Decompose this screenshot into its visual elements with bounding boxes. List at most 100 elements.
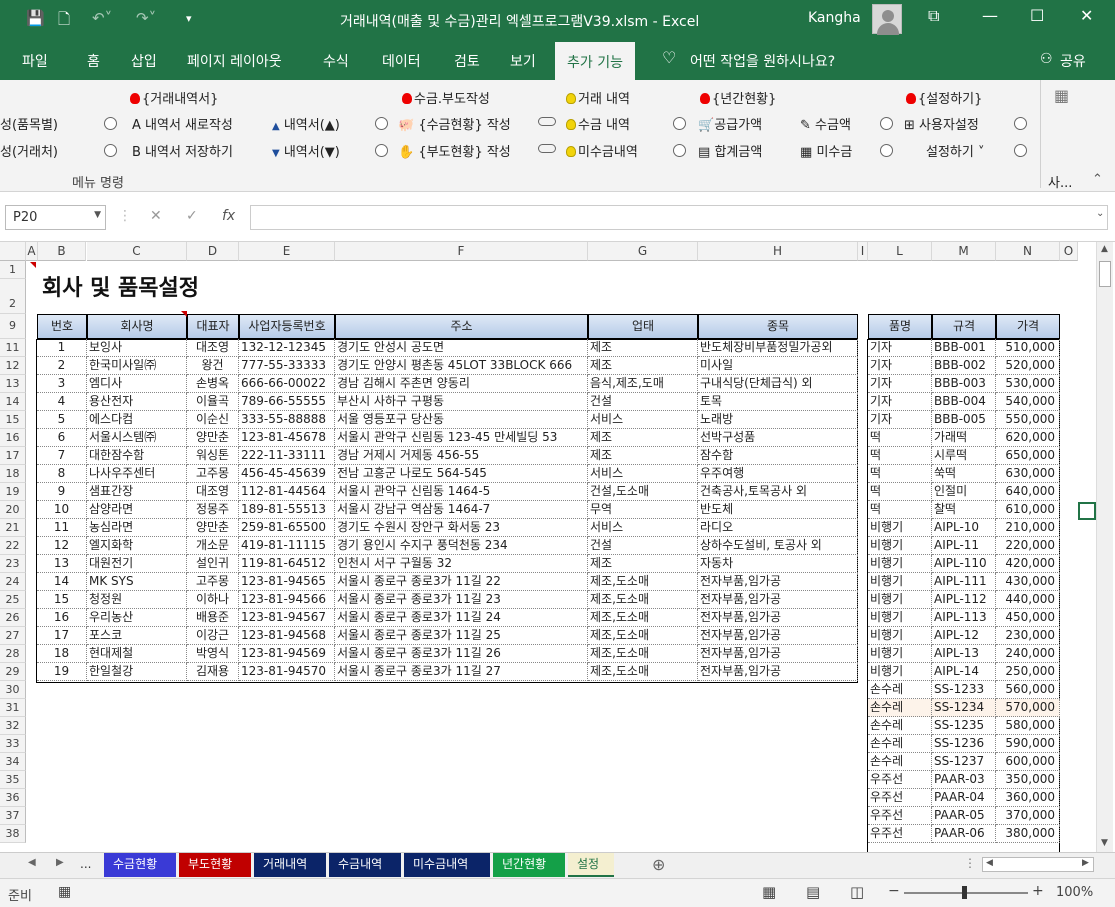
company-cell[interactable]: 11 [37,519,87,537]
row-header[interactable]: 15 [0,411,26,429]
product-cell[interactable]: 640,000 [996,483,1060,501]
product-cell[interactable]: 360,000 [996,789,1060,807]
product-cell[interactable]: 손수레 [868,699,932,717]
product-cell[interactable]: 590,000 [996,735,1060,753]
product-cell[interactable]: SS-1237 [932,753,996,771]
company-cell[interactable]: 16 [37,609,87,627]
company-cell[interactable]: 서울시 종로구 종로3가 11길 25 [335,627,588,645]
collect-history-button[interactable]: 수금 내역 [578,118,630,133]
vertical-scrollbar[interactable]: ▲ ▼ [1096,242,1113,852]
ribbon-display-icon[interactable]: ⧉ [928,6,939,26]
company-cell[interactable]: 17 [37,627,87,645]
company-cell[interactable]: 자동차 [698,555,858,573]
company-cell[interactable]: 서비스 [588,465,698,483]
sheet-tab[interactable]: 년간현황 [493,853,565,877]
company-cell[interactable]: 제조,도소매 [588,645,698,663]
company-cell[interactable]: 인천시 서구 구월동 32 [335,555,588,573]
company-cell[interactable]: 서울시 종로구 종로3가 11길 22 [335,573,588,591]
company-cell[interactable]: 제조,도소매 [588,573,698,591]
company-cell[interactable]: 개소문 [187,537,239,555]
radio-invoice-up[interactable] [375,117,388,130]
table-icon[interactable]: ▦ [1054,86,1069,105]
avatar[interactable] [872,4,902,35]
product-cell[interactable]: PAAR-04 [932,789,996,807]
supply-amount-button[interactable]: 공급가액 [714,118,762,133]
company-cell[interactable]: 샘표간장 [87,483,187,501]
product-cell[interactable]: 570,000 [996,699,1060,717]
company-cell[interactable]: 132-12-12345 [239,339,335,357]
row-header[interactable]: 35 [0,771,26,789]
company-cell[interactable]: 2 [37,357,87,375]
company-cell[interactable]: 토목 [698,393,858,411]
company-cell[interactable]: 112-81-44564 [239,483,335,501]
product-cell[interactable]: 530,000 [996,375,1060,393]
add-sheet-icon[interactable]: ⊕ [652,855,665,874]
company-cell[interactable]: 9 [37,483,87,501]
company-cell[interactable]: 제조 [588,447,698,465]
company-cell[interactable]: 제조,도소매 [588,609,698,627]
company-cell[interactable]: 대조영 [187,483,239,501]
total-amount-button[interactable]: 합계금액 [714,145,762,160]
product-cell[interactable]: PAAR-06 [932,825,996,843]
product-cell[interactable]: 510,000 [996,339,1060,357]
customize-qat-icon[interactable]: ▾ [186,12,192,25]
company-cell[interactable]: 14 [37,573,87,591]
company-cell[interactable]: 부산시 사하구 구평동 [335,393,588,411]
product-cell[interactable]: AIPL-14 [932,663,996,681]
zoom-in-icon[interactable]: + [1032,883,1044,899]
column-header[interactable]: L [868,242,932,261]
radio-collect-history[interactable] [673,117,686,130]
company-cell[interactable]: 1 [37,339,87,357]
company-cell[interactable]: 419-81-11115 [239,537,335,555]
company-cell[interactable]: 10 [37,501,87,519]
bounce-status-button[interactable]: {부도현황} 작성 [418,145,510,160]
radio-collect-amount[interactable] [880,117,893,130]
overflow-group[interactable]: 사... [1048,172,1072,191]
company-cell[interactable]: 서울시 강남구 역삼동 1464-7 [335,501,588,519]
row-header[interactable]: 30 [0,681,26,699]
radio-user-settings[interactable] [1014,117,1027,130]
company-cell[interactable]: 19 [37,663,87,681]
sheet-tab[interactable]: 부도현황 [179,853,251,877]
company-cell[interactable]: 설인귀 [187,555,239,573]
tab-page-layout[interactable]: 페이지 레이아웃 [187,51,282,71]
product-cell[interactable]: AIPL-111 [932,573,996,591]
row-header[interactable]: 19 [0,483,26,501]
more-sheets[interactable]: ... [80,857,91,871]
company-cell[interactable]: 왕건 [187,357,239,375]
product-cell[interactable]: 우주선 [868,807,932,825]
tab-file[interactable]: 파일 [22,51,48,71]
company-cell[interactable]: 우리농산 [87,609,187,627]
company-cell[interactable]: 123-81-94568 [239,627,335,645]
company-cell[interactable]: 워싱톤 [187,447,239,465]
product-cell[interactable]: 떡 [868,501,932,519]
tab-home[interactable]: 홈 [87,51,100,71]
row-header[interactable]: 37 [0,807,26,825]
comment-marker[interactable] [181,311,187,317]
company-cell[interactable]: 엘지화학 [87,537,187,555]
row-header[interactable]: 25 [0,591,26,609]
product-cell[interactable]: 580,000 [996,717,1060,735]
column-header[interactable]: B [38,242,86,261]
row-header[interactable]: 22 [0,537,26,555]
product-cell[interactable]: BBB-005 [932,411,996,429]
company-cell[interactable]: 123-81-94565 [239,573,335,591]
product-cell[interactable]: SS-1236 [932,735,996,753]
radio-by-item[interactable] [104,117,117,130]
maximize-icon[interactable]: ☐ [1030,6,1044,25]
company-cell[interactable]: 123-81-94567 [239,609,335,627]
company-cell[interactable]: 음식,제조,도매 [588,375,698,393]
company-cell[interactable]: 청정원 [87,591,187,609]
column-header[interactable]: C [87,242,187,261]
product-cell[interactable]: 기자 [868,375,932,393]
company-cell[interactable]: 이순신 [187,411,239,429]
normal-view-icon[interactable]: ▦ [762,883,776,901]
product-cell[interactable]: 550,000 [996,411,1060,429]
company-cell[interactable]: 이하나 [187,591,239,609]
company-cell[interactable]: 전자부품,임가공 [698,609,858,627]
split-handle-icon[interactable]: ⋮ [964,856,976,870]
company-cell[interactable]: 선박구성품 [698,429,858,447]
radio-unpaid-history[interactable] [673,144,686,157]
product-cell[interactable]: AIPL-13 [932,645,996,663]
collect-status-button[interactable]: {수금현황} 작성 [418,118,510,133]
